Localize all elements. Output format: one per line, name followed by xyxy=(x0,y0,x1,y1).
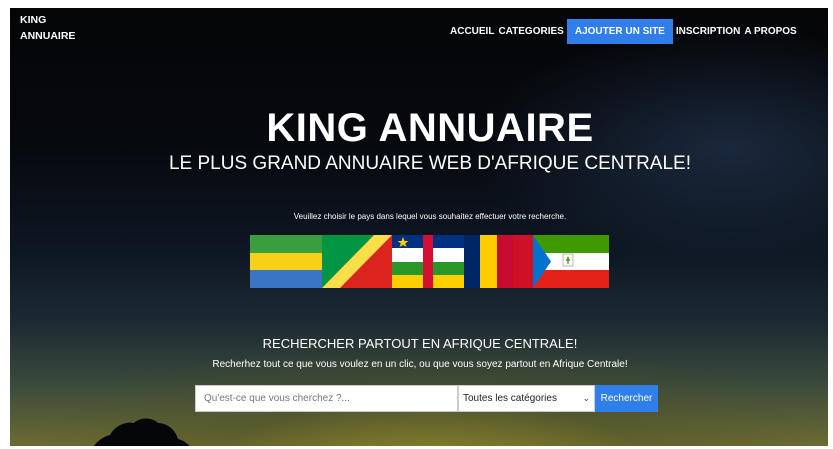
hero-background: KING ANNUAIRE ACCUEIL CATEGORIES AJOUTER… xyxy=(10,8,828,446)
gabon-flag[interactable] xyxy=(250,235,322,288)
nav-inscription[interactable]: INSCRIPTION xyxy=(676,26,740,37)
nav-categories[interactable]: CATEGORIES xyxy=(498,26,563,37)
brand-logo[interactable]: KING ANNUAIRE xyxy=(20,12,75,44)
cameroon-flag[interactable] xyxy=(513,235,533,288)
brand-line-1: KING xyxy=(20,14,47,26)
search-input[interactable] xyxy=(195,385,458,412)
equatorial-guinea-flag[interactable] xyxy=(533,235,609,288)
main-nav: ACCUEIL CATEGORIES AJOUTER UN SITE INSCR… xyxy=(450,18,797,44)
search-form: Toutes les catégories ⌄ Rechercher xyxy=(195,385,658,412)
brand-line-2: ANNUAIRE xyxy=(20,30,76,42)
category-select[interactable]: Toutes les catégories ⌄ xyxy=(458,385,595,412)
search-button[interactable]: Rechercher xyxy=(595,385,658,412)
nav-accueil[interactable]: ACCUEIL xyxy=(450,26,494,37)
chad-flag[interactable] xyxy=(464,235,513,288)
hero-subtitle: LE PLUS GRAND ANNUAIRE WEB D'AFRIQUE CEN… xyxy=(168,153,691,174)
chevron-down-icon: ⌄ xyxy=(582,393,590,403)
hero-title: KING ANNUAIRE xyxy=(266,106,594,150)
nav-ajouter-un-site[interactable]: AJOUTER UN SITE xyxy=(566,18,673,44)
search-heading: RECHERCHER PARTOUT EN AFRIQUE CENTRALE! xyxy=(262,336,578,351)
central-african-republic-flag[interactable] xyxy=(392,235,464,288)
country-flags xyxy=(250,235,609,288)
tree-silhouette xyxy=(93,418,190,446)
category-select-value: Toutes les catégories xyxy=(463,393,557,404)
country-prompt: Veuillez choisir le pays dans lequel vou… xyxy=(293,212,567,221)
search-subheading: Recherhez tout ce que vous voulez en un … xyxy=(212,359,628,370)
congo-flag[interactable] xyxy=(322,235,392,288)
nav-a-propos[interactable]: A PROPOS xyxy=(744,26,796,37)
